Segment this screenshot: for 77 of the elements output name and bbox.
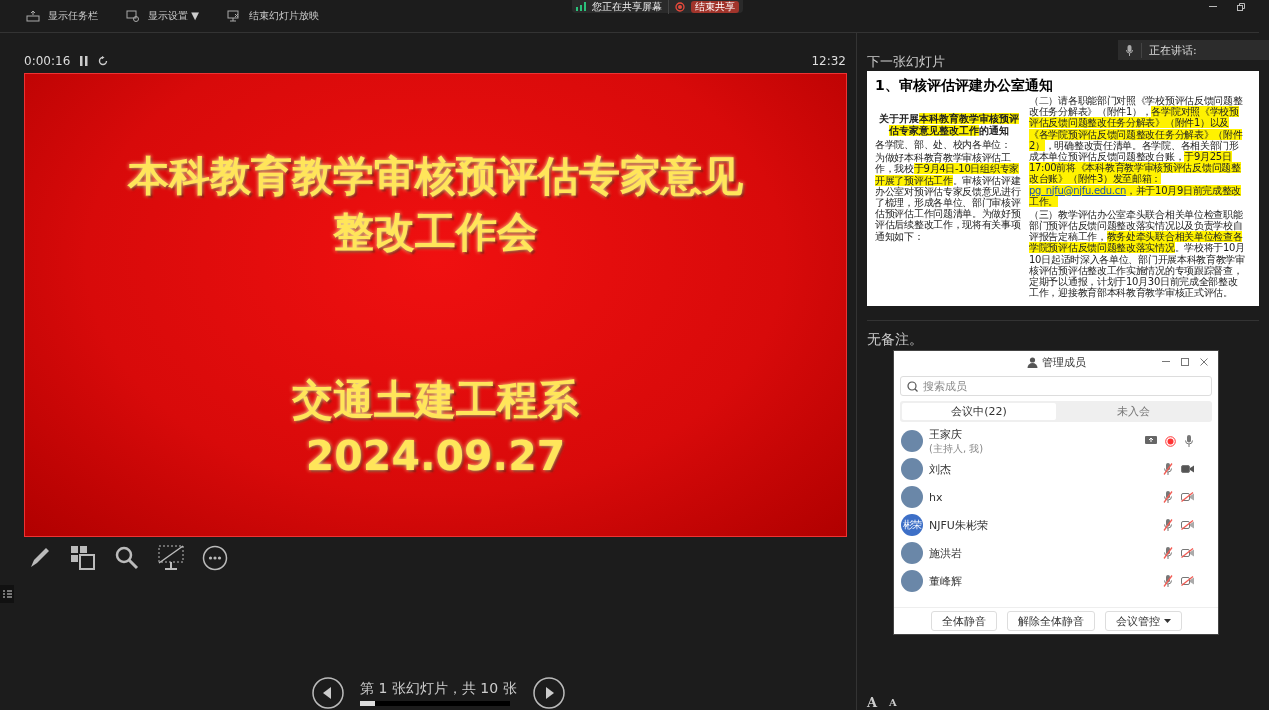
speaking-label: 正在讲话:: [1141, 42, 1197, 58]
maximize-icon[interactable]: [1181, 358, 1189, 366]
side-panel-tab[interactable]: [0, 585, 14, 603]
camera-off-icon[interactable]: [1181, 548, 1194, 558]
muted-microphone-icon[interactable]: [1163, 463, 1173, 475]
member-tab[interactable]: 会议中(22): [902, 403, 1056, 420]
pause-icon[interactable]: [80, 56, 89, 66]
email-link[interactable]: pg_njfu@njfu.edu.cn: [1029, 184, 1126, 196]
member-tab[interactable]: 未入会: [1056, 403, 1210, 420]
close-icon[interactable]: [1200, 358, 1208, 366]
zoom-icon[interactable]: [114, 545, 140, 571]
member-name: 施洪岩: [929, 545, 963, 561]
avatar-placeholder: [901, 570, 923, 592]
font-size-button[interactable]: A: [867, 695, 878, 710]
taskbar-icon: [26, 10, 40, 22]
avatar-placeholder: [901, 458, 923, 480]
member-role: (主持人, 我): [929, 441, 985, 456]
minimize-icon[interactable]: [1209, 6, 1217, 8]
member-name: 董峰辉: [929, 573, 963, 589]
record-icon: [1165, 435, 1176, 447]
meeting-button[interactable]: 会议管控: [1104, 611, 1182, 631]
camera-off-icon[interactable]: [1181, 492, 1194, 502]
record-icon: [675, 1, 685, 12]
stop-sharing-button[interactable]: 结束共享: [691, 0, 739, 13]
slide-subtitle: 交通土建工程系: [292, 375, 579, 426]
previous-slide-icon[interactable]: [312, 677, 344, 709]
display-settings-icon: [126, 10, 140, 22]
document-paragraph: 各学院、部、处、校内各单位：: [875, 139, 1012, 151]
avatar-placeholder: [901, 486, 923, 508]
next-slide-icon[interactable]: [532, 677, 565, 709]
meeting-button[interactable]: 解除全体静音: [1006, 611, 1095, 631]
avatar-placeholder: [901, 542, 923, 564]
camera-off-icon[interactable]: [1181, 576, 1194, 586]
elapsed-timer: 0:00:16: [24, 54, 71, 68]
toolbar-button[interactable]: 显示任务栏: [48, 9, 98, 23]
minimize-icon[interactable]: [1162, 361, 1170, 363]
share-status-text: 您正在共享屏幕: [592, 0, 669, 14]
next-slide-title: 1、审核评估评建办公室通知: [875, 77, 1054, 95]
signal-icon: [576, 2, 586, 11]
avatar-placeholder: [901, 430, 923, 452]
slide-counter: 第 1 张幻灯片，共 10 张: [360, 680, 517, 698]
muted-microphone-icon[interactable]: [1163, 575, 1173, 587]
camera-off-icon[interactable]: [1181, 520, 1194, 530]
user-icon: [1026, 356, 1038, 368]
slide-title: 整改工作会: [333, 207, 538, 258]
member-name: 刘杰: [929, 461, 952, 477]
caret-icon: [1163, 619, 1171, 623]
list-icon: [2, 590, 12, 598]
avatar: 彬荣: [901, 514, 923, 536]
next-slide-heading: 下一张幻灯片: [867, 54, 945, 69]
microphone-icon: [1126, 44, 1133, 56]
member-name: NJFU朱彬荣: [929, 517, 989, 533]
slide-title: 本科教育教学审核预评估专家意见: [128, 151, 743, 202]
camera-icon[interactable]: [1181, 464, 1194, 474]
more-icon[interactable]: [202, 545, 228, 571]
speaker-notes: 无备注。: [867, 320, 1259, 350]
member-name: 王家庆: [929, 426, 963, 442]
muted-microphone-icon[interactable]: [1163, 519, 1173, 531]
muted-microphone-icon[interactable]: [1163, 491, 1173, 503]
restore-icon[interactable]: [1237, 3, 1245, 11]
muted-microphone-icon[interactable]: [1163, 547, 1173, 559]
restart-icon[interactable]: [98, 56, 109, 66]
microphone-icon[interactable]: [1184, 435, 1194, 447]
member-name: hx: [929, 490, 944, 504]
slide-subtitle: 2024.09.27: [305, 431, 566, 482]
toolbar-button[interactable]: 结束幻灯片放映: [248, 9, 319, 23]
document-title: 关于开展本科教育教学审核预评估专家意见整改工作的通知: [878, 113, 1020, 136]
meeting-button[interactable]: 全体静音: [930, 611, 997, 631]
font-size-button[interactable]: A: [889, 695, 897, 710]
search-field[interactable]: 搜索成员: [900, 376, 1212, 396]
clock: 12:32: [811, 54, 846, 68]
search-icon: [907, 381, 918, 392]
end-show-icon: [226, 10, 241, 22]
slides-grid-icon[interactable]: [70, 545, 96, 571]
window-title: 管理成员: [1041, 354, 1086, 370]
toolbar-button[interactable]: 显示设置 ▼: [148, 9, 199, 23]
blackout-screen-icon[interactable]: [158, 545, 184, 571]
